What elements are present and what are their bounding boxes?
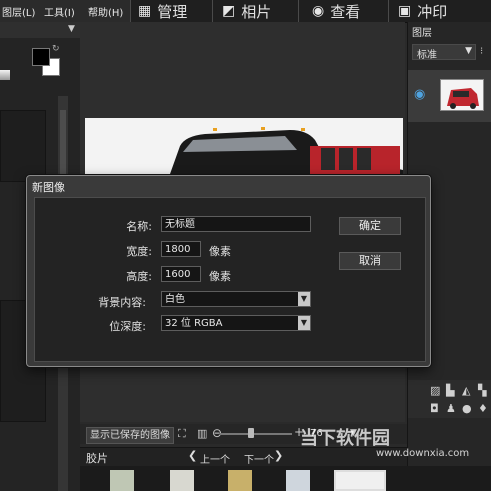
filmstrip-thumbnail[interactable] <box>286 470 310 491</box>
zoom-slider-knob[interactable] <box>248 428 254 438</box>
width-unit: 像素 <box>209 245 231 258</box>
watermark-text: 当下软件园 <box>300 428 390 449</box>
height-label: 高度: <box>126 270 152 283</box>
foreground-color-swatch[interactable] <box>32 48 50 66</box>
watermark-url: www.downxia.com <box>376 448 470 459</box>
name-label: 名称: <box>126 220 152 233</box>
drop-icon[interactable]: ♦ <box>478 402 488 415</box>
dialog-title: 新图像 <box>32 181 65 194</box>
divider <box>388 0 389 22</box>
menu-layer[interactable]: 图层(L) <box>2 4 35 19</box>
adjust-icon[interactable]: ▚ <box>478 384 486 397</box>
histogram-icon[interactable]: ▙ <box>446 384 454 397</box>
eye-icon: ◉ <box>312 3 325 19</box>
layers-title: 图层 <box>412 28 432 39</box>
divider <box>298 0 299 22</box>
background-value: 白色 <box>165 294 185 305</box>
chart-icon[interactable]: ▥ <box>197 427 207 440</box>
divider <box>130 0 131 22</box>
filmstrip-thumbnail[interactable] <box>170 470 194 491</box>
chevron-down-icon: ▼ <box>298 292 310 306</box>
tab-print-label: 冲印 <box>417 2 448 21</box>
blend-mode-select[interactable]: 标准 ▼ <box>412 44 476 61</box>
height-unit: 像素 <box>209 270 231 283</box>
blend-mode-value: 标准 <box>417 50 437 61</box>
circle-icon[interactable]: ● <box>462 402 472 415</box>
menu-tools[interactable]: 工具(I) <box>44 4 75 19</box>
bit-depth-value: 32 位 RGBA <box>165 318 223 329</box>
tab-photo-label: 相片 <box>241 2 272 21</box>
tab-view[interactable]: ◉ 查看 <box>312 0 360 22</box>
tool-options-box <box>0 110 46 182</box>
filmstrip-thumbnail[interactable] <box>110 470 134 491</box>
background-select[interactable]: 白色 ▼ <box>161 291 311 307</box>
camera-icon[interactable]: ◘ <box>430 402 439 415</box>
levels-icon[interactable]: ◭ <box>462 384 470 397</box>
image-icon[interactable]: ▨ <box>430 384 440 397</box>
eye-icon[interactable]: ◉ <box>414 87 425 102</box>
chevron-down-icon[interactable]: ▼ <box>68 24 75 34</box>
cancel-button[interactable]: 取消 <box>339 252 401 270</box>
swap-colors-icon[interactable]: ↻ <box>52 44 60 54</box>
chevron-down-icon: ▼ <box>465 46 472 56</box>
tab-manage[interactable]: ▦ 管理 <box>138 0 187 22</box>
tab-view-label: 查看 <box>330 2 361 21</box>
filmstrip-thumbnail-selected[interactable] <box>334 470 386 491</box>
ok-button[interactable]: 确定 <box>339 217 401 235</box>
next-button[interactable]: 下一个 <box>244 451 274 466</box>
person-icon[interactable]: ♟ <box>446 402 456 415</box>
tab-manage-label: 管理 <box>157 2 188 21</box>
tab-print[interactable]: ▣ 冲印 <box>398 0 447 22</box>
gradient-swatch[interactable] <box>0 70 10 80</box>
grid-icon: ▦ <box>138 3 152 19</box>
divider <box>212 0 213 22</box>
width-label: 宽度: <box>126 245 152 258</box>
print-icon: ▣ <box>398 3 412 19</box>
fit-icon[interactable]: ⛶ <box>178 427 186 441</box>
show-saved-images-button[interactable]: 显示已保存的图像 <box>86 427 174 444</box>
tab-photo[interactable]: ◩ 相片 <box>222 0 271 22</box>
height-field[interactable]: 1600 <box>161 266 201 282</box>
width-field[interactable]: 1800 <box>161 241 201 257</box>
car-thumbnail-image <box>441 80 483 110</box>
name-field[interactable]: 无标题 <box>161 216 311 232</box>
bit-depth-label: 位深度: <box>109 320 146 333</box>
filmstrip-thumbnail[interactable] <box>228 470 252 491</box>
zoom-slider[interactable] <box>220 433 292 435</box>
chevron-down-icon: ▼ <box>298 316 310 330</box>
filmstrip-label: 胶片 <box>86 452 108 465</box>
menu-help[interactable]: 帮助(H) <box>88 4 123 19</box>
background-label: 背景内容: <box>98 296 146 309</box>
prev-icon[interactable]: ❮ <box>188 449 197 462</box>
layer-thumbnail[interactable] <box>440 79 484 111</box>
bit-depth-select[interactable]: 32 位 RGBA ▼ <box>161 315 311 331</box>
prev-button[interactable]: 上一个 <box>200 451 230 466</box>
next-icon[interactable]: ❯ <box>274 449 283 462</box>
stepper-icon[interactable]: ⁝ <box>480 46 483 57</box>
photo-edit-icon: ◩ <box>222 3 236 19</box>
